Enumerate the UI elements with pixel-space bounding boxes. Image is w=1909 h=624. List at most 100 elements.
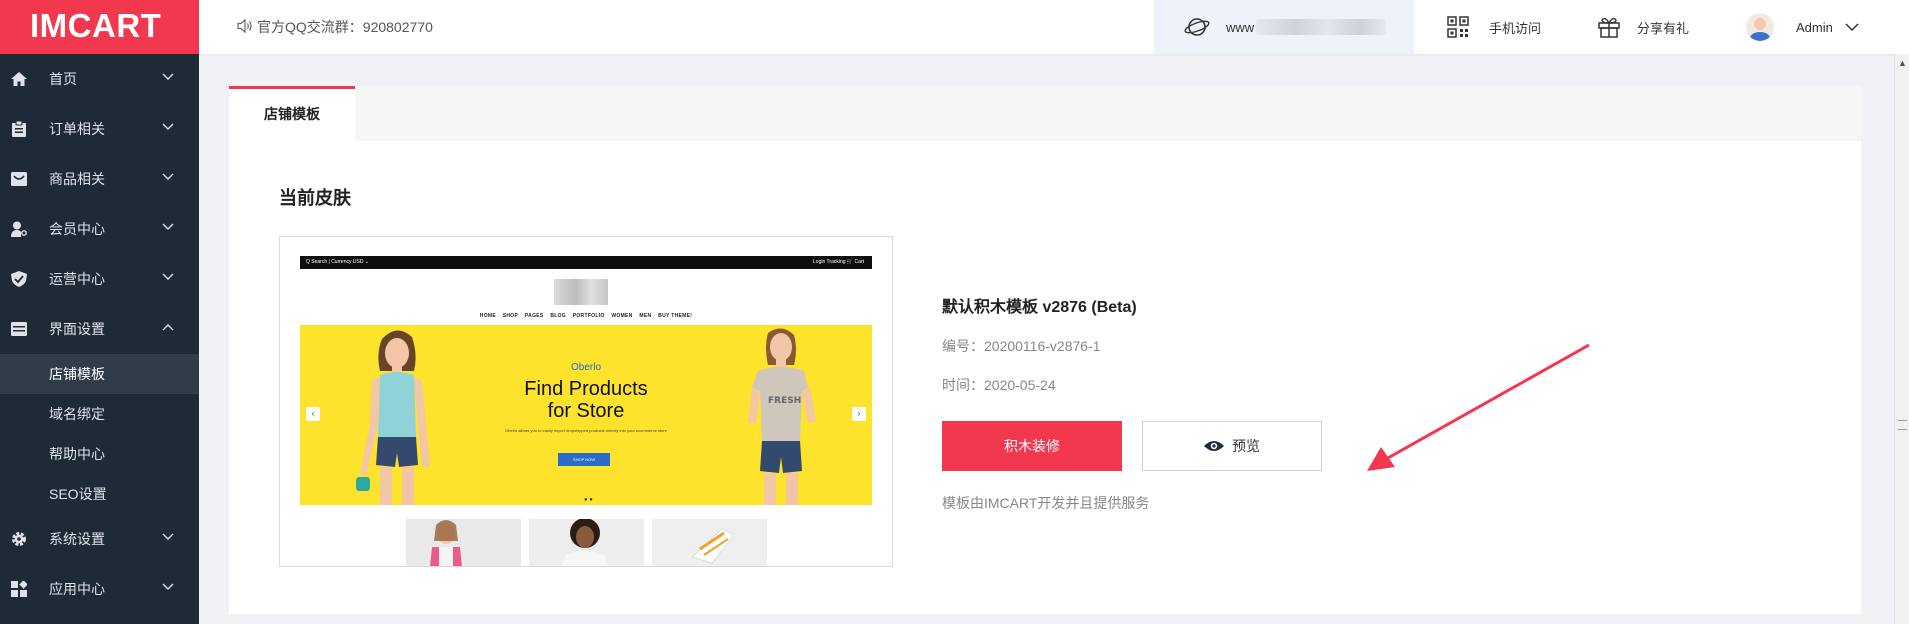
preview-menu-item: HOME: [479, 313, 496, 319]
preview-banner: FRESH Oberlo Find Products for Store Obe…: [300, 325, 872, 505]
sidebar-item-members[interactable]: 会员中心: [0, 204, 199, 254]
clipboard-icon: [11, 121, 27, 137]
site-url-blurred: [1256, 19, 1387, 35]
chevron-down-icon: [1845, 22, 1859, 31]
user-key-icon: [11, 221, 27, 237]
banner-title-line-2: for Store: [547, 400, 625, 422]
banner-title: Find Products for Store: [300, 378, 872, 422]
sidebar-item-label: 界面设置: [49, 321, 105, 337]
section-title: 当前皮肤: [279, 188, 351, 208]
site-url-box[interactable]: www: [1154, 0, 1414, 54]
scroll-grip: [1898, 420, 1907, 430]
top-header: 官方QQ交流群：920802770 www 手机访问 分享有礼 Admin: [199, 0, 1909, 54]
sidebar-item-label: 系统设置: [49, 531, 105, 547]
thumbnail-sneaker: [652, 519, 767, 566]
box-icon: [11, 171, 27, 187]
chevron-down-icon: [162, 123, 174, 130]
chevron-down-icon: [162, 223, 174, 230]
sidebar-item-label: 首页: [49, 71, 77, 87]
template-note: 模板由IMCART开发并且提供服务: [942, 495, 1150, 511]
sidebar-item-label: 商品相关: [49, 171, 105, 187]
preview-topbar: Q Search | Currency USD ⌄ Login Tracking…: [300, 256, 872, 269]
sidebar-item-label: 订单相关: [49, 121, 105, 137]
preview-menu-item: BUY THEME!: [658, 313, 693, 319]
share-gift-button[interactable]: 分享有礼: [1597, 0, 1689, 54]
avatar: [1746, 13, 1774, 41]
tab-store-template[interactable]: 店铺模板: [229, 86, 355, 141]
chevron-down-icon: [162, 583, 174, 590]
eye-icon: [1204, 440, 1224, 452]
site-url-prefix: www: [1226, 19, 1255, 35]
sidebar: IMCART 首页 订单相关 商品相关 会员中心 运营中心 界面设置 店铺模板 …: [0, 0, 199, 624]
template-name: 默认积木模板 v2876 (Beta): [942, 299, 1137, 316]
thumbnail-model-1: [406, 519, 521, 566]
preview-topbar-right: Login Tracking 🛒 Cart: [813, 259, 864, 265]
chevron-down-icon: [162, 73, 174, 80]
sidebar-item-interface[interactable]: 界面设置: [0, 304, 199, 354]
mobile-access-label: 手机访问: [1489, 20, 1542, 36]
template-time: 时间：2020-05-24: [942, 377, 1056, 393]
template-preview-image: Q Search | Currency USD ⌄ Login Tracking…: [279, 236, 893, 567]
scroll-up-arrow-icon[interactable]: ▲: [1898, 58, 1907, 68]
planet-icon: [1184, 16, 1210, 38]
share-gift-label: 分享有礼: [1637, 20, 1690, 36]
sidebar-item-operations[interactable]: 运营中心: [0, 254, 199, 304]
banner-dots: ● ●: [584, 497, 593, 503]
preview-thumbnails: [406, 519, 767, 566]
sidebar-subitem-store-template[interactable]: 店铺模板: [0, 354, 199, 394]
sidebar-subitem-seo[interactable]: SEO设置: [0, 474, 199, 514]
banner-prev-arrow-icon: ‹: [306, 407, 320, 421]
banner-next-arrow-icon: ›: [852, 407, 866, 421]
home-icon: [11, 71, 27, 87]
mobile-access-button[interactable]: 手机访问: [1447, 0, 1541, 54]
preview-button[interactable]: 预览: [1142, 421, 1322, 471]
preview-button-label: 预览: [1232, 438, 1260, 454]
sidebar-item-label: 运营中心: [49, 271, 105, 287]
sidebar-subitem-domain[interactable]: 域名绑定: [0, 394, 199, 434]
sidebar-item-home[interactable]: 首页: [0, 54, 199, 104]
preview-topbar-left: Q Search | Currency USD ⌄: [306, 259, 370, 265]
apps-icon: [11, 581, 27, 597]
chevron-down-icon: [162, 173, 174, 180]
preview-menu-item: SHOP: [502, 313, 519, 319]
sidebar-item-label: 会员中心: [49, 221, 105, 237]
gear-icon: [11, 531, 27, 547]
user-menu[interactable]: Admin: [1746, 0, 1859, 54]
sidebar-item-products[interactable]: 商品相关: [0, 154, 199, 204]
preview-menu: HOME SHOP PAGES BLOG PORTFOLIO WOMEN MEN…: [300, 313, 872, 319]
banner-title-line-1: Find Products: [524, 378, 648, 400]
tab-bar: 店铺模板: [229, 86, 1861, 141]
scrollbar[interactable]: ▲: [1894, 54, 1909, 624]
banner-subtitle: Oberlo: [570, 362, 601, 373]
preview-menu-item: PAGES: [524, 313, 544, 319]
sidebar-item-orders[interactable]: 订单相关: [0, 104, 199, 154]
preview-menu-item: WOMEN: [611, 313, 633, 319]
shield-icon: [11, 271, 27, 287]
user-name: Admin: [1796, 19, 1833, 35]
logo: IMCART: [0, 0, 199, 54]
qq-group-notice: 官方QQ交流群：920802770: [237, 0, 433, 54]
chevron-down-icon: [162, 533, 174, 540]
banner-shop-button: SHOP NOW: [558, 453, 610, 466]
gift-icon: [1597, 15, 1621, 39]
qr-code-icon: [1447, 16, 1469, 38]
layout-icon: [11, 321, 27, 337]
banner-description: Oberlo allows you to easily import drops…: [505, 428, 667, 433]
notice-text: 官方QQ交流群：920802770: [257, 19, 433, 35]
chevron-down-icon: [162, 273, 174, 280]
sidebar-item-apps[interactable]: 应用中心: [0, 564, 199, 614]
block-decorate-button[interactable]: 积木装修: [942, 421, 1122, 471]
speaker-icon: [237, 18, 253, 36]
chevron-up-icon: [162, 324, 174, 331]
sidebar-item-system[interactable]: 系统设置: [0, 514, 199, 564]
thumbnail-model-2: [529, 519, 644, 566]
preview-menu-item: PORTFOLIO: [572, 313, 605, 319]
template-code: 编号：20200116-v2876-1: [942, 338, 1101, 354]
preview-menu-item: BLOG: [550, 313, 566, 319]
sidebar-subitem-help[interactable]: 帮助中心: [0, 434, 199, 474]
annotation-arrow: [1367, 343, 1590, 471]
preview-menu-item: MEN: [639, 313, 652, 319]
sidebar-item-label: 应用中心: [49, 581, 105, 597]
preview-logo-blurred: [554, 279, 608, 305]
content-card: 店铺模板 当前皮肤 Q Search | Currency USD ⌄ Logi…: [229, 86, 1861, 614]
